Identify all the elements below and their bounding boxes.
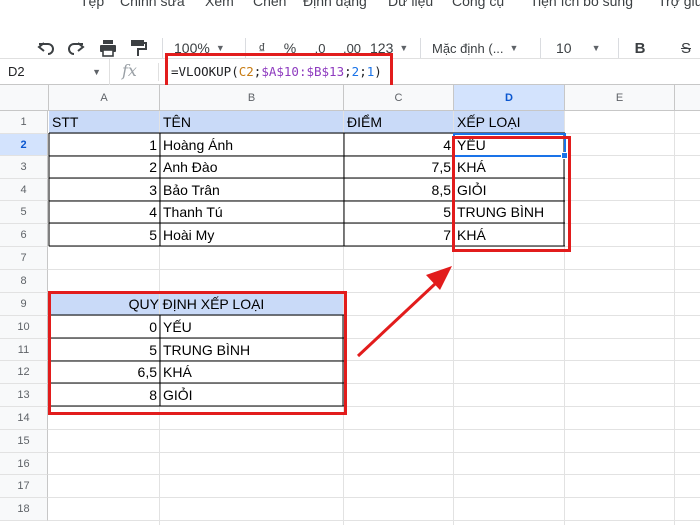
font-size-value: 10: [556, 40, 572, 56]
menu-insert[interactable]: Chèn: [253, 0, 286, 9]
font-size-select[interactable]: 10 ▼: [556, 36, 612, 60]
menu-bar: Tệp Chỉnh sửa Xem Chèn Định dạng Dữ liệu…: [0, 0, 700, 14]
menu-addons[interactable]: Tiện ích bổ sung: [530, 0, 633, 9]
menu-file[interactable]: Tệp: [80, 0, 104, 9]
name-box[interactable]: D2 ▼: [0, 59, 110, 85]
fx-icon: fx: [122, 61, 137, 80]
chevron-down-icon: ▼: [399, 43, 409, 53]
menu-data[interactable]: Dữ liệu: [388, 0, 433, 9]
strikethrough-button[interactable]: S: [676, 36, 696, 60]
menu-format[interactable]: Định dạng: [303, 0, 367, 9]
sheet-grid: A B C D E 1 2 3 4 5 6 7 8 9 10 11 12 13 …: [0, 85, 700, 525]
font-select[interactable]: Mặc định (... ▼: [432, 36, 532, 60]
annotation-arrow: [356, 266, 452, 358]
chevron-down-icon: ▼: [591, 43, 601, 53]
name-box-value: D2: [8, 64, 25, 79]
undo-icon[interactable]: [34, 36, 58, 60]
font-value: Mặc định (...: [432, 40, 504, 56]
print-icon[interactable]: [96, 36, 120, 60]
menu-tools[interactable]: Công cụ: [452, 0, 504, 9]
paint-format-icon[interactable]: [126, 36, 150, 60]
menu-edit[interactable]: Chỉnh sửa: [120, 0, 185, 9]
redo-icon[interactable]: [64, 36, 88, 60]
bold-button[interactable]: B: [630, 36, 650, 60]
chevron-down-icon: ▼: [92, 67, 101, 77]
menu-help[interactable]: Trợ giúp: [658, 0, 700, 9]
menu-view[interactable]: Xem: [205, 0, 234, 9]
formula-annotation-box: [165, 53, 393, 89]
chevron-down-icon: ▼: [215, 43, 225, 53]
chevron-down-icon: ▼: [509, 43, 519, 53]
toolbar: 100% ▼ ₫ % .0 .00 123 ▼ Mặc định (... ▼ 10 ▼…: [0, 14, 700, 58]
